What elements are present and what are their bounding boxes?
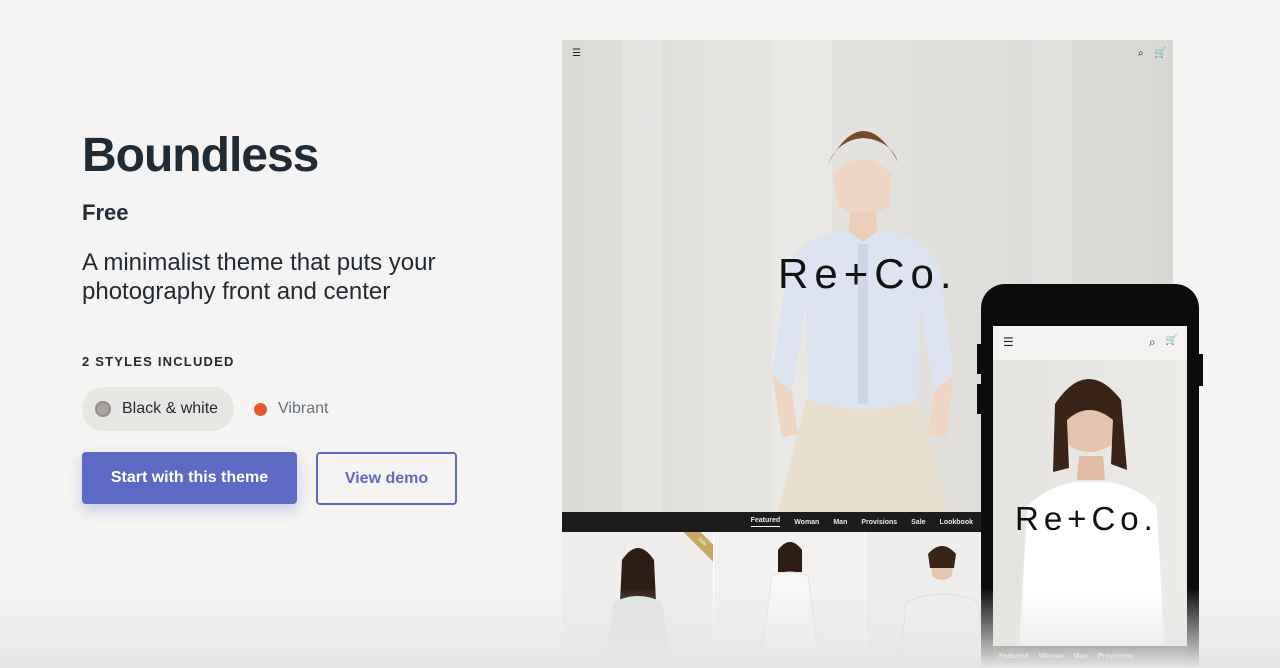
nav-item-sale[interactable]: Sale — [911, 519, 925, 526]
style-option-black-white[interactable]: Black & white — [82, 387, 235, 431]
menu-icon[interactable]: ☰ — [572, 48, 581, 59]
style-selector: Black & white Vibrant — [82, 387, 502, 431]
style-option-label: Vibrant — [278, 400, 329, 417]
theme-description: A minimalist theme that puts your photog… — [82, 249, 436, 305]
search-icon[interactable]: ⌕ — [1149, 335, 1156, 350]
style-option-vibrant[interactable]: Vibrant — [254, 387, 344, 431]
phone-side-button — [977, 344, 981, 374]
nav-item-provisions[interactable]: Provisions — [1098, 653, 1134, 660]
phone-header: ☰ ⌕ 🛒 — [993, 326, 1187, 360]
view-demo-button[interactable]: View demo — [316, 452, 457, 505]
product-card[interactable]: Sale — [562, 532, 714, 668]
nav-item-man[interactable]: Man — [833, 519, 847, 526]
product-card[interactable] — [714, 532, 866, 668]
mobile-preview: ☰ ⌕ 🛒 Re+Co. Featured Woman Man Provisio… — [977, 284, 1203, 668]
phone-hero-image: Re+Co. — [993, 360, 1187, 646]
black-white-swatch-icon — [95, 401, 111, 417]
nav-item-provisions[interactable]: Provisions — [861, 519, 897, 526]
model-illustration — [772, 130, 954, 512]
phone-nav: Featured Woman Man Provisions — [993, 646, 1187, 666]
phone-side-button — [1199, 354, 1203, 386]
theme-details: Boundless Free A minimalist theme that p… — [82, 128, 502, 505]
nav-item-featured[interactable]: Featured — [750, 517, 781, 527]
product-image — [761, 542, 819, 653]
phone-screen: ☰ ⌕ 🛒 Re+Co. Featured Woman Man Provisio… — [993, 326, 1187, 666]
cart-icon[interactable]: 🛒 — [1165, 335, 1177, 346]
nav-item-woman[interactable]: Woman — [794, 519, 819, 526]
styles-heading: 2 STYLES INCLUDED — [82, 354, 235, 369]
product-image — [604, 548, 672, 668]
vibrant-swatch-icon — [254, 402, 268, 416]
search-icon[interactable]: ⌕ — [1138, 48, 1144, 59]
action-buttons: Start with this theme View demo — [82, 452, 502, 505]
store-logo: Re+Co. — [778, 250, 958, 297]
theme-title: Boundless — [82, 129, 319, 182]
nav-item-woman[interactable]: Woman — [1039, 653, 1064, 660]
store-logo: Re+Co. — [1015, 500, 1158, 537]
theme-price: Free — [82, 200, 129, 225]
nav-item-featured[interactable]: Featured — [999, 653, 1029, 660]
wall-texture — [622, 40, 662, 512]
menu-icon[interactable]: ☰ — [1003, 335, 1014, 349]
cart-icon[interactable]: 🛒 — [1154, 48, 1166, 59]
style-option-label: Black & white — [122, 400, 219, 417]
phone-side-button — [977, 384, 981, 414]
nav-item-lookbook[interactable]: Lookbook — [940, 519, 973, 526]
start-with-theme-button[interactable]: Start with this theme — [82, 452, 297, 504]
nav-item-man[interactable]: Man — [1074, 653, 1088, 660]
